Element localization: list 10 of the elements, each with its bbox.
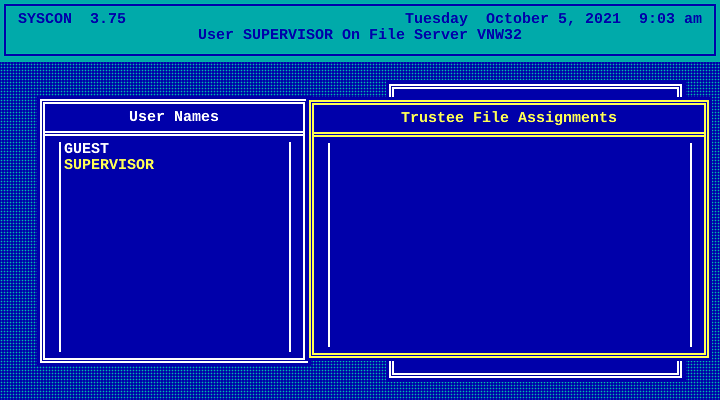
- window-title: Trustee File Assignments: [400, 110, 618, 126]
- day-label: Tuesday: [404, 12, 468, 28]
- status-text: User SUPERVISOR On File Server VNW32: [198, 28, 522, 44]
- version-number: 3.75: [90, 12, 126, 28]
- list-item[interactable]: GUEST: [64, 142, 110, 158]
- list-item[interactable]: SUPERVISOR: [64, 158, 154, 174]
- date-label: October 5, 2021: [486, 12, 621, 28]
- window-title: User Names: [128, 110, 219, 126]
- app-name: SYSCON: [18, 12, 72, 28]
- time-label: 9:03 am: [638, 12, 702, 28]
